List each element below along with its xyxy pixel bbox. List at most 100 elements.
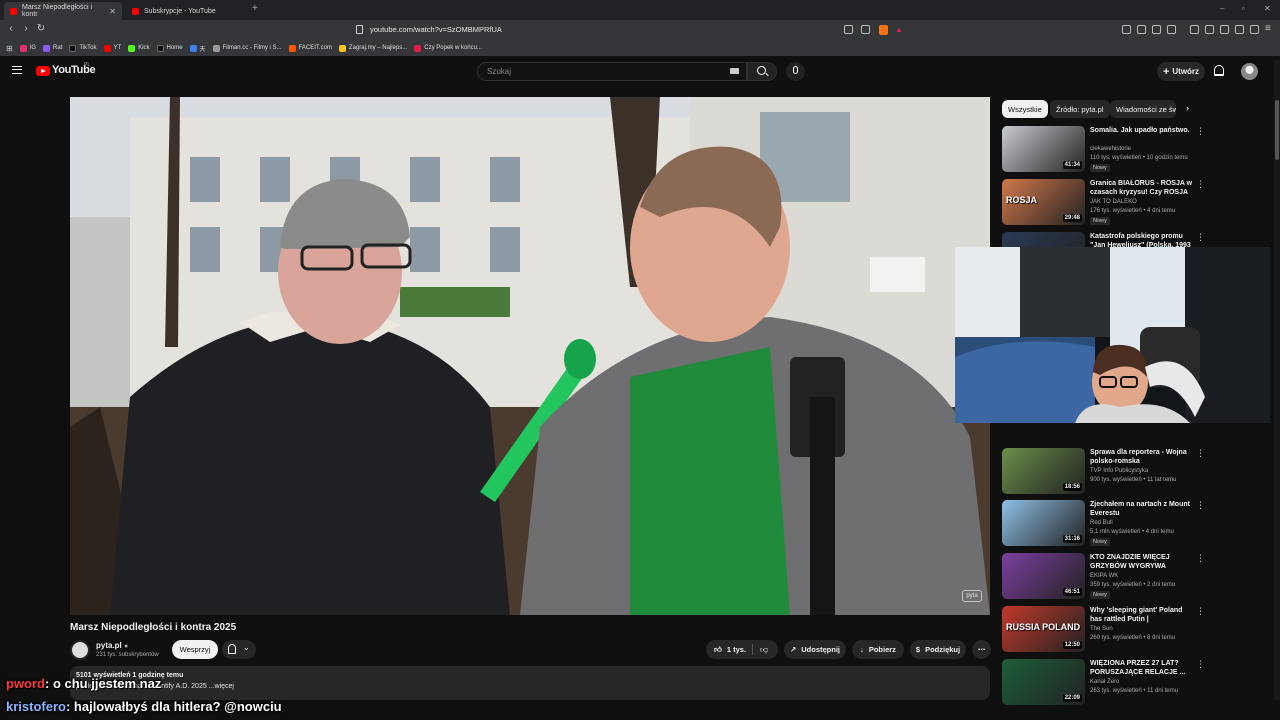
back-icon[interactable]: ‹	[5, 23, 17, 34]
recommended-channel[interactable]: The Sun	[1090, 626, 1113, 632]
video-thumbnail[interactable]: RUSSIA POLAND 12:50	[1002, 606, 1085, 652]
more-options-icon[interactable]: ⋮	[1196, 553, 1205, 564]
hamburger-menu-icon[interactable]	[12, 66, 22, 74]
bookmark-item[interactable]: Kick	[128, 44, 150, 52]
bookmark-item[interactable]: Zagraj.my – Najleps...	[338, 44, 407, 52]
video-thumbnail[interactable]: ROSJA 29:48	[1002, 179, 1085, 225]
subscriber-count: 231 tys. subskrybentów	[96, 652, 159, 658]
filter-chip-news[interactable]: Wiadomości ze św	[1110, 100, 1176, 118]
recommended-title[interactable]: KTO ZNAJDZIE WIĘCEJ GRZYBÓW WYGRYWA *AFE…	[1090, 553, 1194, 571]
bookmark-item[interactable]: Home	[156, 44, 183, 52]
filter-chip-source[interactable]: Źródło: pyta.pl	[1050, 100, 1110, 118]
more-options-icon[interactable]: ⋮	[1196, 448, 1205, 459]
browser-tab-active[interactable]: Marsz Niepodległości i kontr ✕	[4, 2, 122, 20]
bookmark-item[interactable]: YT	[103, 44, 121, 52]
extension-icon[interactable]	[1167, 25, 1176, 34]
media-icon[interactable]	[1190, 25, 1199, 34]
thanks-button[interactable]: $ Podziękuj	[910, 640, 966, 659]
more-actions-icon[interactable]: ⋯	[972, 640, 991, 659]
recommended-video[interactable]: 18:56 Sprawa dla reportera - Wojna polsko…	[1002, 448, 1272, 498]
sidebar-icon[interactable]	[1205, 25, 1214, 34]
cast-icon[interactable]	[844, 25, 853, 34]
recommended-title[interactable]: Zjechałem na nartach z Mount Everestu	[1090, 500, 1194, 518]
bookmark-icon[interactable]	[356, 25, 363, 34]
search-button[interactable]	[747, 62, 777, 81]
bookmark-item[interactable]: Czy Popek w końcu...	[414, 44, 482, 52]
url-field[interactable]: youtube.com/watch?v=SzOMBMPRfUA	[370, 23, 910, 37]
recommended-channel[interactable]: ciekawehistorie	[1090, 146, 1131, 152]
recommended-video[interactable]: ROSJA 29:48 Granica BIAŁORUŚ - ROSJA w cza…	[1002, 179, 1272, 229]
recommended-channel[interactable]: Kanał Zero	[1090, 679, 1119, 685]
recommended-channel[interactable]: TVP Info Publicystyka	[1090, 468, 1148, 474]
minimize-icon[interactable]: –	[1220, 4, 1224, 13]
scrollbar-thumb[interactable]	[1275, 100, 1279, 160]
bookmark-item[interactable]: IG	[19, 44, 36, 52]
keyboard-icon[interactable]	[730, 68, 739, 74]
extension-icon[interactable]	[1122, 25, 1131, 34]
video-thumbnail[interactable]: 31:16	[1002, 500, 1085, 546]
share-page-icon[interactable]	[861, 25, 870, 34]
download-button[interactable]: ↓ Pobierz	[852, 640, 904, 659]
maximize-icon[interactable]: ▫	[1242, 4, 1245, 13]
apps-grid-icon[interactable]: ⊞	[6, 44, 13, 53]
filter-chip-all[interactable]: Wszystkie	[1002, 100, 1048, 118]
browser-menu-icon[interactable]: ≡	[1265, 23, 1271, 34]
recommended-channel[interactable]: EKIPA WK	[1090, 573, 1118, 579]
voice-search-button[interactable]	[786, 62, 805, 81]
more-options-icon[interactable]: ⋮	[1196, 126, 1205, 137]
video-player[interactable]	[70, 97, 990, 615]
browser-tab[interactable]: Subskrypcje - YouTube	[126, 2, 250, 20]
bookmark-item[interactable]: Rat	[43, 44, 62, 52]
more-options-icon[interactable]: ⋮	[1196, 500, 1205, 511]
search-input[interactable]: Szukaj	[477, 62, 747, 81]
subscription-bell-button[interactable]: ⌄	[222, 640, 256, 659]
recommended-title[interactable]: Sprawa dla reportera - Wojna polsko-roms…	[1090, 448, 1194, 466]
chevron-right-icon[interactable]: ›	[1186, 103, 1189, 113]
brave-shield-icon[interactable]	[879, 25, 888, 35]
recommended-title[interactable]: WIĘZIONA PRZEZ 27 LAT? PORUSZAJĄCE RELAC…	[1090, 659, 1194, 677]
close-window-icon[interactable]: ✕	[1264, 4, 1271, 13]
video-thumbnail[interactable]: 18:56	[1002, 448, 1085, 494]
recommended-channel[interactable]: JAK TO DALEKO	[1090, 199, 1137, 205]
close-tab-icon[interactable]: ✕	[109, 7, 116, 16]
notifications-bell-icon[interactable]	[1214, 65, 1224, 76]
bookmark-item[interactable]: Filman.cc - Filmy i S...	[212, 44, 282, 52]
reload-icon[interactable]: ↻	[35, 23, 47, 34]
recommended-title[interactable]: Granica BIAŁORUŚ - ROSJA w czasach kryzy…	[1090, 179, 1194, 197]
recommended-video[interactable]: 41:34 Somalia. Jak upadło państwo. ciekawe…	[1002, 126, 1272, 176]
channel-watermark[interactable]: pyta	[962, 590, 982, 602]
account-avatar[interactable]	[1241, 63, 1258, 80]
channel-name[interactable]: pyta.pl ●	[96, 641, 128, 650]
share-button[interactable]: ↗ Udostępnij	[784, 640, 846, 659]
new-tab-icon[interactable]: +	[252, 3, 258, 14]
bookmark-item[interactable]: TikTok	[69, 44, 97, 52]
support-button[interactable]: Wesprzyj	[172, 640, 218, 659]
extension-icon[interactable]	[1152, 25, 1161, 34]
recommended-video[interactable]: RUSSIA POLAND 12:50 Why 'sleeping giant' P…	[1002, 606, 1272, 656]
recommended-video[interactable]: 46:51 KTO ZNAJDZIE WIĘCEJ GRZYBÓW WYGRYWA…	[1002, 553, 1272, 603]
thumbs-down-icon[interactable]: 👎︎	[760, 645, 768, 655]
recommended-video[interactable]: 22:09 WIĘZIONA PRZEZ 27 LAT? PORUSZAJĄCE …	[1002, 659, 1272, 709]
bookmark-item[interactable]: 天	[189, 44, 206, 53]
vpn-icon[interactable]	[1235, 25, 1244, 34]
more-options-icon[interactable]: ⋮	[1196, 179, 1205, 190]
recommended-video[interactable]: 31:16 Zjechałem na nartach z Mount Everes…	[1002, 500, 1272, 550]
wallet-icon[interactable]	[1220, 25, 1229, 34]
youtube-logo-icon[interactable]	[36, 66, 50, 76]
video-thumbnail[interactable]: 41:34	[1002, 126, 1085, 172]
video-thumbnail[interactable]: 22:09	[1002, 659, 1085, 705]
leo-icon[interactable]	[1250, 25, 1259, 34]
recommended-title[interactable]: Somalia. Jak upadło państwo.	[1090, 126, 1194, 135]
forward-icon[interactable]: ›	[20, 23, 32, 34]
recommended-channel[interactable]: Red Bull	[1090, 520, 1113, 526]
channel-avatar[interactable]	[70, 640, 90, 660]
bookmark-item[interactable]: FACEIT.com	[288, 44, 332, 52]
more-options-icon[interactable]: ⋮	[1196, 659, 1205, 670]
more-options-icon[interactable]: ⋮	[1196, 232, 1205, 243]
extension-icon[interactable]	[1137, 25, 1146, 34]
recommended-title[interactable]: Why 'sleeping giant' Poland has rattled …	[1090, 606, 1194, 624]
create-button[interactable]: + Utwórz	[1157, 62, 1205, 81]
rewards-icon[interactable]: ▲	[895, 25, 903, 34]
video-thumbnail[interactable]: 46:51	[1002, 553, 1085, 599]
more-options-icon[interactable]: ⋮	[1196, 606, 1205, 617]
